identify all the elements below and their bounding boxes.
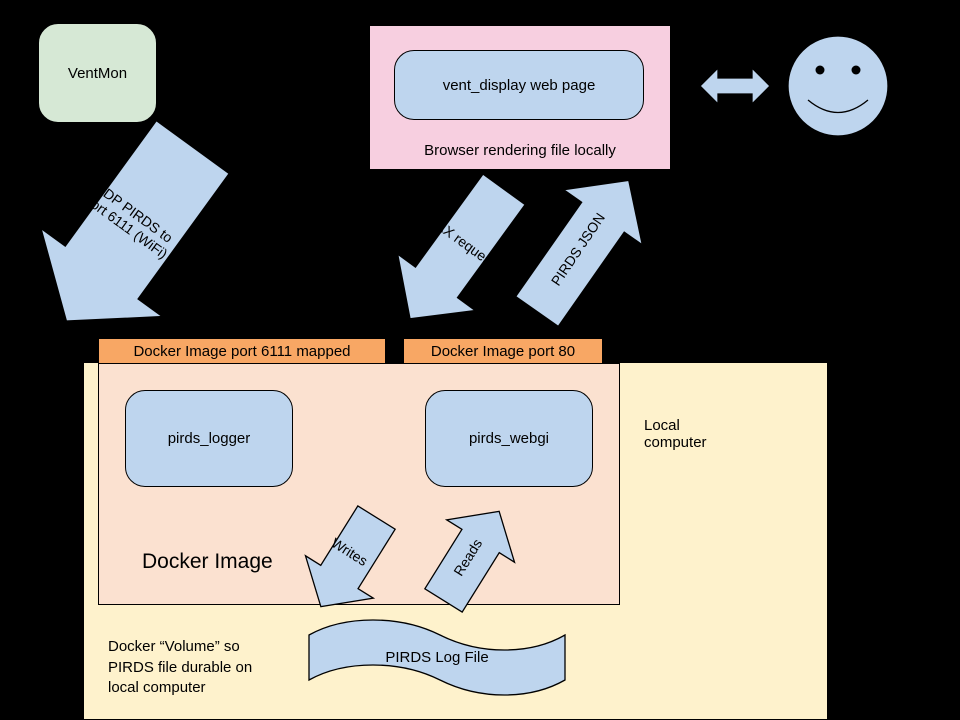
volume-note: Docker “Volume” so PIRDS file durable on… (108, 617, 308, 698)
pirds-json-arrow-label: PIRDS JSON (548, 210, 608, 289)
pirds-webgi-node: pirds_webgi (425, 390, 593, 487)
browser-caption: Browser rendering file locally (424, 142, 616, 159)
vent-display-node: vent_display web page (394, 50, 644, 120)
udp-arrow-icon (6, 103, 254, 365)
pirds-webgi-label: pirds_webgi (469, 430, 549, 447)
pirds-logger-label: pirds_logger (168, 430, 251, 447)
port-80-label: Docker Image port 80 (431, 343, 575, 360)
port-80-tab: Docker Image port 80 (403, 338, 603, 364)
ventmon-node: VentMon (38, 23, 157, 123)
udp-arrow-label: UDP PIRDS to port 6111 (WiFi) (82, 178, 180, 262)
pirds-json-arrow-icon (498, 153, 668, 339)
docker-image-label: Docker Image (142, 550, 273, 574)
ajax-arrow-icon (371, 161, 543, 347)
ajax-arrow-label: AJAX requests (420, 207, 504, 274)
vent-display-label: vent_display web page (443, 77, 596, 94)
port-6111-tab: Docker Image port 6111 mapped (98, 338, 386, 364)
local-computer-label: Local computer (644, 400, 724, 451)
ventmon-label: VentMon (68, 65, 127, 82)
user-smiley-icon (788, 36, 888, 136)
pirds-logger-node: pirds_logger (125, 390, 293, 487)
browser-user-arrow-icon (700, 68, 770, 104)
port-6111-label: Docker Image port 6111 mapped (133, 343, 350, 360)
